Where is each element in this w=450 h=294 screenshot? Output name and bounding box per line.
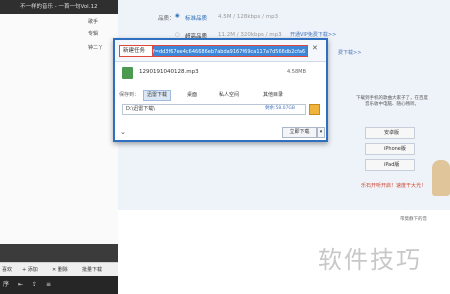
mobile-promo: 下载到手机的歌曲大家子了，在百度音乐收中电脑、随心畅听。 安卓版 iPhone版… [351, 90, 431, 200]
list-item-label: 歌手 [88, 19, 99, 25]
player-title: 不一样的音乐 - 一首一句Vol.12 [0, 0, 118, 14]
ipad-button[interactable]: iPad版 [365, 159, 415, 171]
folder-icon[interactable] [309, 104, 320, 115]
save-location-row: 保存到： 迅雷下载 桌面 私人空间 其他目录 [119, 90, 322, 101]
add-button[interactable]: + 添加 [22, 263, 38, 277]
dialog-header: 新建任务 f=dd3f67ee4c646686eb7abda9167f69ca1… [115, 40, 326, 62]
equalizer-icon[interactable]: ≡ [46, 276, 51, 294]
save-label: 保存到： [119, 92, 140, 98]
expand-icon[interactable]: ⌄ [120, 128, 126, 136]
watermark: 软件技巧 [318, 246, 422, 274]
list-item-label: 钟二丫 [88, 45, 104, 51]
recommend-button[interactable]: 喜欢 [2, 263, 12, 277]
music-file-icon [122, 67, 133, 79]
list-item[interactable]: 专辑 [0, 28, 118, 40]
save-option-xunlei[interactable]: 迅雷下载 [143, 90, 172, 101]
free-space: 剩余:58.07GB [265, 106, 295, 111]
playlist: 歌手 专辑 钟二丫 [0, 14, 118, 244]
file-name[interactable]: 1290191040128.mp3 [139, 69, 199, 75]
android-label: 安卓版 [384, 130, 400, 136]
save-option-private[interactable]: 私人空间 [219, 90, 239, 101]
list-item[interactable]: 歌手 [0, 16, 118, 28]
play-mode-button[interactable]: 序 [3, 276, 9, 294]
new-task-dialog: 新建任务 f=dd3f67ee4c646686eb7abda9167f69ca1… [113, 38, 328, 142]
download-now-button[interactable]: 立即下载 [282, 127, 317, 138]
mascot-image [432, 160, 450, 196]
promo-text: 下载到手机的歌曲大家子了，在百度音乐收中电脑、随心畅听。 [356, 96, 428, 107]
promo-footer: 乐石开听开启！速度干大光！ [361, 183, 427, 189]
save-option-desktop[interactable]: 桌面 [187, 90, 197, 101]
vip-link-2[interactable]: 费下载>> [338, 49, 361, 56]
list-item-label: 专辑 [88, 31, 99, 37]
playlist-toolbar: 喜欢 + 添加 ✕ 删除 批量下载 [0, 262, 118, 276]
share-icon[interactable]: ⇤ [18, 276, 23, 294]
save-option-other[interactable]: 其他目录 [263, 90, 283, 101]
batch-download-button[interactable]: 批量下载 [82, 263, 102, 277]
list-item[interactable]: 钟二丫 [0, 42, 118, 54]
ipad-label: iPad版 [384, 162, 400, 168]
chevron-down-icon[interactable]: ▾ [317, 127, 325, 138]
android-button[interactable]: 安卓版 [365, 127, 415, 139]
music-player: 不一样的音乐 - 一首一句Vol.12 歌手 专辑 钟二丫 喜欢 + 添加 ✕ … [0, 0, 118, 294]
quality-label: 品质： [158, 16, 175, 22]
close-icon[interactable]: ✕ [312, 44, 318, 52]
delete-button[interactable]: ✕ 删除 [52, 263, 68, 277]
dialog-title: 新建任务 [119, 45, 153, 57]
iphone-button[interactable]: iPhone版 [365, 143, 415, 155]
file-size: 4.58MB [287, 69, 306, 75]
upload-icon[interactable]: ⇪ [32, 276, 37, 294]
footer-link[interactable]: 带莫静下的音 [400, 216, 427, 222]
quality-standard-spec: 4.5M / 128kbps / mp3 [218, 14, 279, 20]
player-controls: 序 ⇤ ⇪ ≡ [0, 276, 118, 294]
download-url-field[interactable]: f=dd3f67ee4c646686eb7abda9167f69ca117a7d… [153, 45, 308, 57]
iphone-label: iPhone版 [384, 146, 406, 152]
quality-standard-radio[interactable]: ◉ [175, 13, 180, 19]
vip-link[interactable]: 开通VIP免费下载>> [290, 31, 336, 38]
quality-standard-label: 标准品质 [185, 16, 208, 22]
